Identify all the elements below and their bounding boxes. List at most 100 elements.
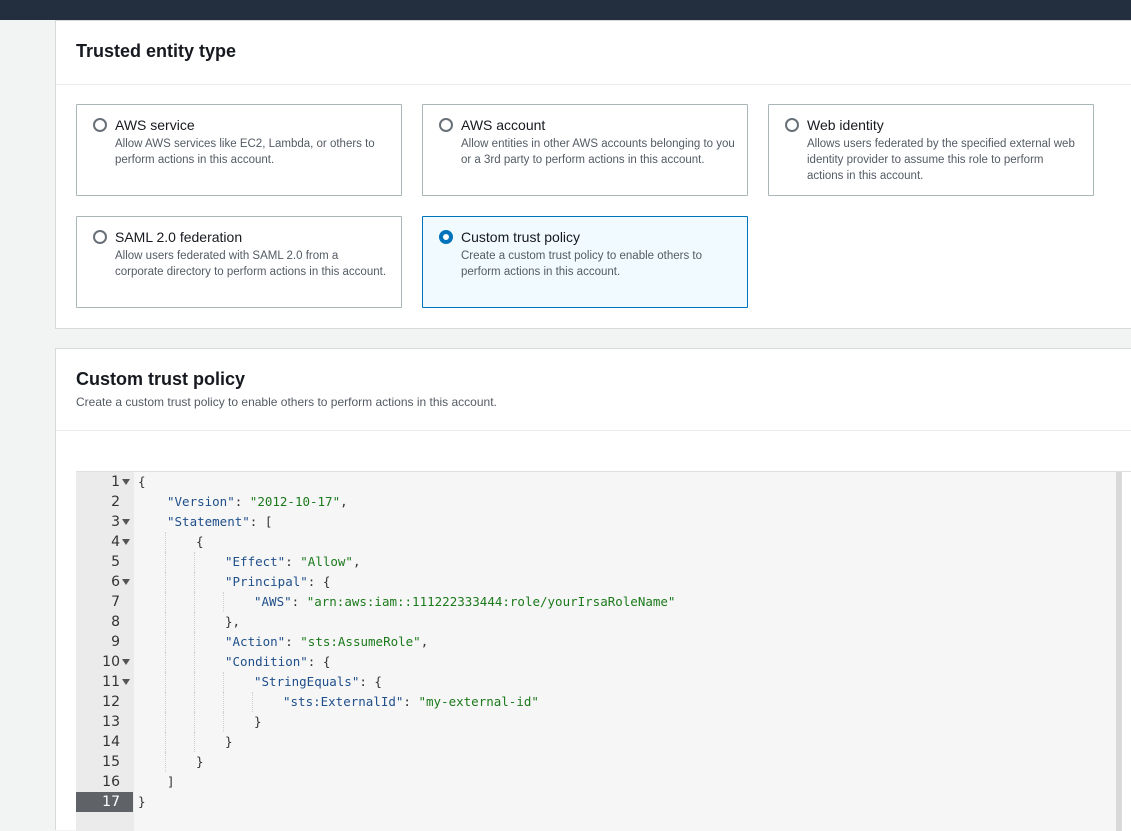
- option-aws-account[interactable]: AWS account Allow entities in other AWS …: [422, 104, 748, 196]
- indent-guide: [165, 552, 166, 572]
- code-text: {: [196, 534, 204, 549]
- indent-guide: [165, 532, 166, 552]
- option-description: Allow entities in other AWS accounts bel…: [461, 138, 735, 166]
- code-line[interactable]: 10 "Condition": {: [76, 652, 1116, 672]
- indent-guide: [194, 572, 195, 592]
- code-text: "Statement": [: [167, 514, 273, 529]
- option-saml-federation[interactable]: SAML 2.0 federation Allow users federate…: [76, 216, 402, 308]
- code-line[interactable]: 2 "Version": "2012-10-17",: [76, 492, 1116, 512]
- code-text: "Action": "sts:AssumeRole",: [225, 634, 429, 649]
- line-number: 15: [102, 754, 120, 770]
- code-line[interactable]: 14}: [76, 732, 1116, 752]
- option-aws-service[interactable]: AWS service Allow AWS services like EC2,…: [76, 104, 402, 196]
- code-line[interactable]: 17}: [76, 792, 1116, 812]
- code-line[interactable]: 13}: [76, 712, 1116, 732]
- code-text: "Effect": "Allow",: [225, 554, 361, 569]
- custom-trust-policy-header: Custom trust policy Create a custom trus…: [56, 349, 1131, 431]
- line-number: 8: [111, 614, 120, 630]
- line-number: 10: [102, 654, 120, 670]
- custom-trust-policy-panel: Custom trust policy Create a custom trus…: [55, 348, 1131, 831]
- indent-guide: [165, 572, 166, 592]
- option-description: Create a custom trust policy to enable o…: [461, 250, 702, 278]
- option-label: Custom trust policy: [461, 229, 581, 245]
- option-description: Allows users federated by the specified …: [807, 138, 1075, 182]
- indent-guide: [223, 592, 224, 612]
- indent-guide: [165, 672, 166, 692]
- code-line[interactable]: 16]: [76, 772, 1116, 792]
- fold-arrow-icon[interactable]: [122, 659, 130, 665]
- indent-guide: [223, 712, 224, 732]
- indent-guide: [194, 712, 195, 732]
- trusted-entity-panel: Trusted entity type AWS service Allow AW…: [55, 20, 1131, 329]
- option-web-identity[interactable]: Web identity Allows users federated by t…: [768, 104, 1094, 196]
- indent-guide: [223, 672, 224, 692]
- fold-arrow-icon[interactable]: [122, 479, 130, 485]
- code-line[interactable]: 6 "Principal": {: [76, 572, 1116, 592]
- radio-aws-account[interactable]: [439, 118, 453, 132]
- indent-guide: [194, 692, 195, 712]
- indent-guide: [165, 652, 166, 672]
- trusted-entity-header: Trusted entity type: [56, 21, 1131, 85]
- indent-guide: [165, 732, 166, 752]
- indent-guide: [252, 692, 253, 712]
- fold-arrow-icon[interactable]: [122, 539, 130, 545]
- fold-arrow-icon[interactable]: [122, 519, 130, 525]
- code-line[interactable]: 12 "sts:ExternalId": "my-external-id": [76, 692, 1116, 712]
- code-text: }: [138, 794, 146, 809]
- code-line[interactable]: 11 "StringEquals": {: [76, 672, 1116, 692]
- line-number: 2: [111, 494, 120, 510]
- radio-saml-federation[interactable]: [93, 230, 107, 244]
- custom-trust-policy-title: Custom trust policy: [76, 369, 246, 389]
- code-line[interactable]: 15}: [76, 752, 1116, 772]
- policy-code-editor[interactable]: 1{2 "Version": "2012-10-17", 3 "Statement":…: [76, 471, 1131, 831]
- line-number: 14: [102, 734, 120, 750]
- line-number: 4: [111, 534, 120, 550]
- option-custom-trust-policy[interactable]: Custom trust policy Create a custom trus…: [422, 216, 748, 308]
- fold-arrow-icon[interactable]: [122, 579, 130, 585]
- indent-guide: [194, 632, 195, 652]
- line-number: 3: [111, 514, 120, 530]
- code-line[interactable]: 4{: [76, 532, 1116, 552]
- indent-guide: [194, 612, 195, 632]
- radio-custom-trust-policy[interactable]: [439, 230, 453, 244]
- code-text: "AWS": "arn:aws:iam::111222333444:role/y…: [254, 594, 676, 609]
- line-number: 11: [102, 674, 120, 690]
- indent-guide: [194, 732, 195, 752]
- indent-guide: [194, 552, 195, 572]
- option-description: Allow AWS services like EC2, Lambda, or …: [115, 138, 375, 166]
- code-text: "Condition": {: [225, 654, 331, 669]
- indent-guide: [165, 712, 166, 732]
- line-number: 5: [111, 554, 120, 570]
- indent-guide: [194, 592, 195, 612]
- code-text: },: [225, 614, 241, 629]
- scrollbar-track: [1122, 472, 1131, 831]
- radio-aws-service[interactable]: [93, 118, 107, 132]
- line-number: 12: [102, 694, 120, 710]
- indent-guide: [165, 752, 166, 772]
- top-navigation-bar: [0, 0, 1131, 20]
- code-text: ]: [167, 774, 175, 789]
- code-text: }: [196, 754, 204, 769]
- code-text: }: [254, 714, 262, 729]
- radio-web-identity[interactable]: [785, 118, 799, 132]
- line-number: 7: [111, 594, 120, 610]
- custom-trust-policy-description: Create a custom trust policy to enable o…: [76, 395, 497, 409]
- option-label: AWS account: [461, 117, 546, 133]
- code-line[interactable]: 5 "Effect": "Allow",: [76, 552, 1116, 572]
- fold-arrow-icon[interactable]: [122, 679, 130, 685]
- option-description: Allow users federated with SAML 2.0 from…: [115, 250, 387, 278]
- code-text: "Principal": {: [225, 574, 331, 589]
- code-text: {: [138, 474, 146, 489]
- code-line[interactable]: 8},: [76, 612, 1116, 632]
- line-number: 17: [76, 792, 133, 812]
- trusted-entity-title: Trusted entity type: [76, 41, 237, 61]
- code-line[interactable]: 7 "AWS": "arn:aws:iam::111222333444:role/…: [76, 592, 1116, 612]
- option-label: Web identity: [807, 117, 884, 133]
- indent-guide: [165, 592, 166, 612]
- code-line[interactable]: 3 "Statement": [: [76, 512, 1116, 532]
- code-line[interactable]: 9 "Action": "sts:AssumeRole",: [76, 632, 1116, 652]
- line-number: 1: [111, 474, 120, 490]
- code-text: "StringEquals": {: [254, 674, 382, 689]
- code-line[interactable]: 1{: [76, 472, 1116, 492]
- indent-guide: [223, 692, 224, 712]
